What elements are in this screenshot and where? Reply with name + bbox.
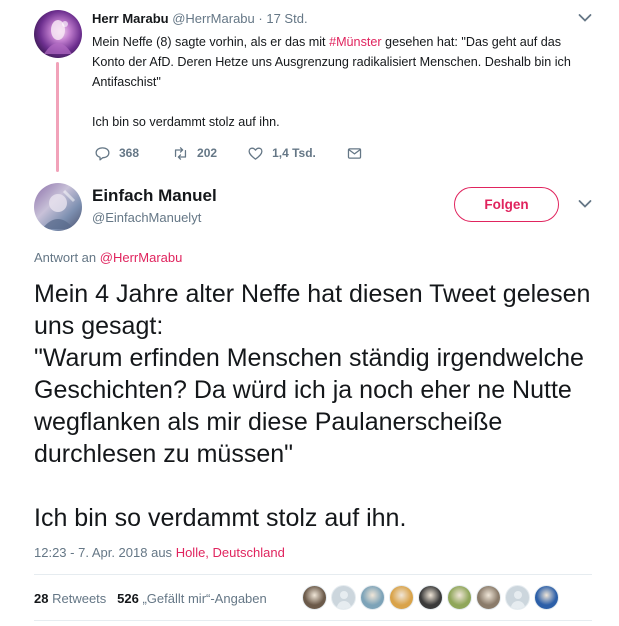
tweet-text: "Warum erfinden Menschen ständig irgendw… [34, 344, 584, 468]
reply-prefix: Antwort an [34, 250, 97, 265]
tweet-text: Ich bin so verdammt stolz auf ihn. [34, 504, 407, 532]
like-count: 1,4 Tsd. [272, 146, 316, 160]
divider [34, 574, 592, 575]
reply-context: Antwort an @HerrMarabu [34, 250, 182, 265]
like-button[interactable]: 1,4 Tsd. [247, 145, 316, 162]
liker-avatar-5[interactable] [418, 585, 443, 610]
tweet-timestamp[interactable]: 12:23 - 7. Apr. 2018 aus [34, 545, 172, 560]
liker-avatar-6[interactable] [447, 585, 472, 610]
like-label: „Gefällt mir“-Angaben [142, 591, 267, 606]
chevron-down-icon[interactable] [578, 12, 592, 26]
liker-avatar-3[interactable] [360, 585, 385, 610]
tweet-text: Mein Neffe (8) sagte vorhin, als er das … [92, 35, 330, 49]
follow-button[interactable]: Folgen [454, 187, 559, 222]
liker-avatar-7[interactable] [476, 585, 501, 610]
tweet-text: Mein 4 Jahre alter Neffe hat diesen Twee… [34, 280, 591, 340]
heart-icon [248, 147, 263, 160]
tweet-metadata: 12:23 - 7. Apr. 2018 aus Holle, Deutschl… [34, 545, 285, 560]
envelope-icon [347, 147, 362, 159]
thread-connector [56, 62, 59, 172]
author-name[interactable]: Einfach Manuel [92, 186, 217, 206]
liker-avatar-2[interactable] [331, 585, 356, 610]
retweet-icon [174, 146, 187, 160]
likes-stat[interactable]: 526 „Gefällt mir“-Angaben [117, 591, 267, 606]
divider [34, 620, 592, 621]
tweet-time[interactable]: 17 Std. [266, 11, 307, 26]
parent-tweet-header: Herr Marabu @HerrMarabu · 17 Std. [92, 11, 308, 26]
retweet-label: Retweets [52, 591, 107, 606]
like-total: 526 [117, 591, 139, 606]
main-tweet-text: Mein 4 Jahre alter Neffe hat diesen Twee… [34, 278, 594, 534]
chevron-down-icon[interactable] [578, 198, 592, 212]
liker-avatar-1[interactable] [302, 585, 327, 610]
reply-button[interactable]: 368 [94, 145, 139, 162]
tweet-actions: 368 202 1,4 Tsd. [94, 143, 401, 163]
parent-tweet[interactable]: Herr Marabu @HerrMarabu · 17 Std. Mein N… [0, 0, 619, 175]
avatar[interactable] [34, 183, 82, 231]
author-name[interactable]: Herr Marabu [92, 11, 169, 26]
hashtag-link[interactable]: #Münster [329, 35, 382, 49]
liker-avatar-4[interactable] [389, 585, 414, 610]
separator-dot: · [258, 11, 263, 26]
parent-tweet-text: Mein Neffe (8) sagte vorhin, als er das … [92, 32, 597, 132]
retweet-total: 28 [34, 591, 49, 606]
retweet-button[interactable]: 202 [172, 145, 217, 162]
author-handle[interactable]: @EinfachManuelyt [92, 210, 201, 225]
mention-link[interactable]: @HerrMarabu [100, 250, 183, 265]
location-link[interactable]: Holle, Deutschland [176, 545, 285, 560]
tweet-text: Ich bin so verdammt stolz auf ihn. [92, 115, 280, 129]
reply-icon [95, 146, 110, 161]
author-handle[interactable]: @HerrMarabu [172, 11, 255, 26]
tweet-stats: 28 Retweets 526 „Gefällt mir“-Angaben [34, 591, 267, 606]
liker-avatar-8[interactable] [505, 585, 530, 610]
liker-avatars [302, 585, 563, 610]
retweets-stat[interactable]: 28 Retweets [34, 591, 106, 606]
reply-count: 368 [119, 146, 140, 160]
avatar[interactable] [34, 10, 82, 58]
retweet-count: 202 [197, 146, 218, 160]
liker-avatar-9[interactable] [534, 585, 559, 610]
direct-message-button[interactable] [346, 145, 371, 162]
